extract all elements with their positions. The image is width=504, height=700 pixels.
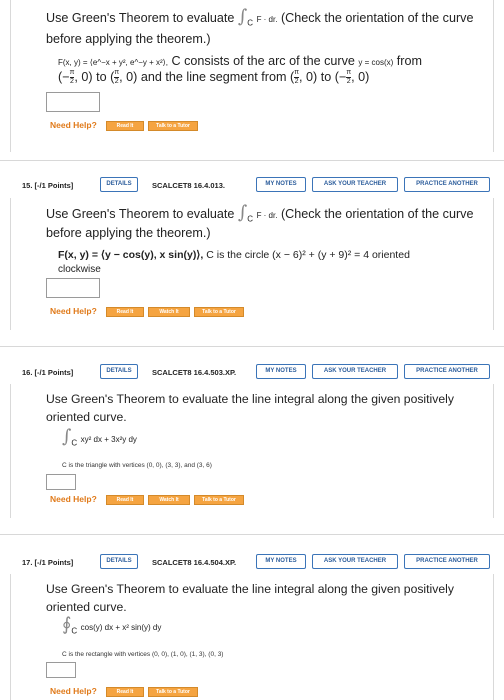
divider — [0, 534, 504, 535]
q16-talk-tutor-button[interactable]: Talk to a Tutor — [194, 495, 244, 505]
q17-curve: C is the rectangle with vertices (0, 0),… — [62, 651, 224, 658]
q15-watch-it-button[interactable]: Watch It — [148, 307, 190, 317]
q14-line4: (− π 2, 0) to (π 2, 0) and the line segment… — [58, 69, 370, 86]
q17-need-help: Need Help? — [50, 686, 97, 696]
q16-header: 16. [-/1 Points] — [22, 368, 74, 377]
q17-line1: Use Green's Theorem to evaluate the line… — [46, 582, 454, 596]
line-integral-icon: ∫ — [237, 6, 248, 27]
q17-code: SCALCET8 16.4.504.XP. — [152, 558, 237, 567]
q17-answer-input[interactable] — [46, 662, 76, 678]
q16-need-help: Need Help? — [50, 494, 97, 504]
q15-need-help: Need Help? — [50, 306, 97, 316]
q17-integral: ∮C cos(y) dx + x² sin(y) dy — [62, 614, 162, 636]
q17-header: 17. [-/1 Points] — [22, 558, 74, 567]
q17-read-it-button[interactable]: Read It — [106, 687, 144, 697]
q15-ask-teacher-button[interactable]: ASK YOUR TEACHER — [312, 177, 398, 192]
q14-talk-tutor-button[interactable]: Talk to a Tutor — [148, 121, 198, 131]
q15-line2: before applying the theorem.) — [46, 226, 211, 240]
q15-header: 15. [-/1 Points] — [22, 181, 74, 190]
q15-code: SCALCET8 16.4.013. — [152, 181, 225, 190]
q15-practice-another-button[interactable]: PRACTICE ANOTHER — [404, 177, 490, 192]
q17-details-button[interactable]: DETAILS — [100, 554, 138, 569]
q15-my-notes-button[interactable]: MY NOTES — [256, 177, 306, 192]
line-integral-icon: ∫ — [62, 426, 72, 447]
q16-line1: Use Green's Theorem to evaluate the line… — [46, 392, 454, 406]
closed-line-integral-icon: ∮ — [62, 614, 72, 635]
q17-practice-another-button[interactable]: PRACTICE ANOTHER — [404, 554, 490, 569]
q16-line2: oriented curve. — [46, 410, 127, 424]
divider — [0, 160, 504, 161]
q15-details-button[interactable]: DETAILS — [100, 177, 138, 192]
q15-talk-tutor-button[interactable]: Talk to a Tutor — [194, 307, 244, 317]
line-integral-icon: ∫ — [237, 202, 248, 223]
q16-watch-it-button[interactable]: Watch It — [148, 495, 190, 505]
q15-read-it-button[interactable]: Read It — [106, 307, 144, 317]
q16-ask-teacher-button[interactable]: ASK YOUR TEACHER — [312, 364, 398, 379]
q15-line4: clockwise — [58, 264, 101, 275]
q17-ask-teacher-button[interactable]: ASK YOUR TEACHER — [312, 554, 398, 569]
q16-integral: ∫C xy² dx + 3x²y dy — [62, 426, 137, 448]
q17-line2: oriented curve. — [46, 600, 127, 614]
q15-line3: F(x, y) = ⟨y − cos(y), x sin(y)⟩, C is t… — [58, 249, 410, 261]
q16-answer-input[interactable] — [46, 474, 76, 490]
divider — [0, 346, 504, 347]
q16-code: SCALCET8 16.4.503.XP. — [152, 368, 237, 377]
q14-answer-input[interactable] — [46, 92, 100, 112]
q14-line1: Use Green's Theorem to evaluate ∫C F · d… — [46, 6, 474, 28]
q16-read-it-button[interactable]: Read It — [106, 495, 144, 505]
q14-line2: before applying the theorem.) — [46, 32, 211, 46]
q16-practice-another-button[interactable]: PRACTICE ANOTHER — [404, 364, 490, 379]
q17-my-notes-button[interactable]: MY NOTES — [256, 554, 306, 569]
q14-read-it-button[interactable]: Read It — [106, 121, 144, 131]
q14-need-help: Need Help? — [50, 120, 97, 130]
q15-answer-input[interactable] — [46, 278, 100, 298]
q16-my-notes-button[interactable]: MY NOTES — [256, 364, 306, 379]
q16-details-button[interactable]: DETAILS — [100, 364, 138, 379]
q16-curve: C is the triangle with vertices (0, 0), … — [62, 462, 212, 469]
q17-talk-tutor-button[interactable]: Talk to a Tutor — [148, 687, 198, 697]
